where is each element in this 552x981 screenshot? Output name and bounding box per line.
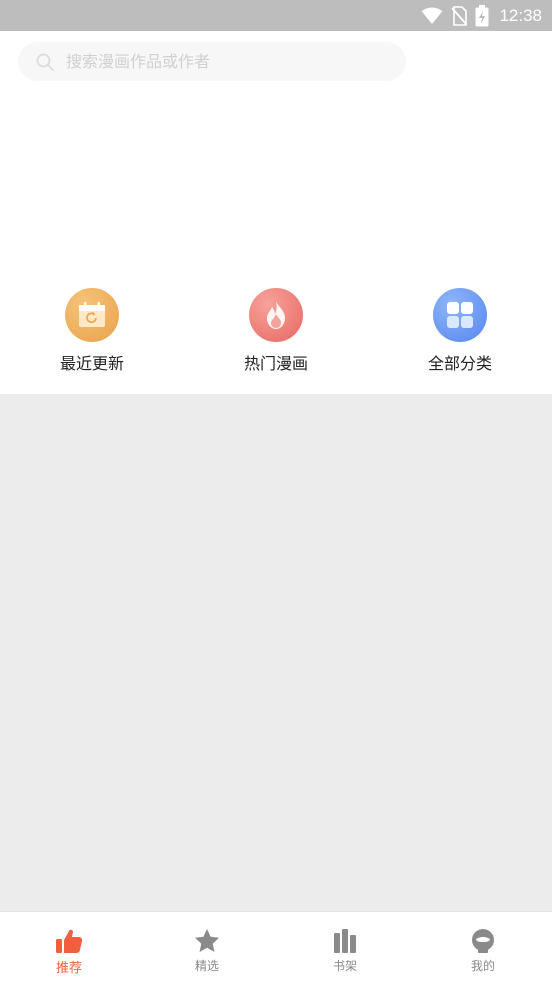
content-area [0, 394, 552, 911]
tab-label: 我的 [470, 959, 495, 973]
thumbs-up-icon [56, 929, 83, 953]
quick-link-recent-updates[interactable]: 最近更新 [32, 288, 152, 374]
status-bar: 12:38 [0, 0, 552, 31]
star-icon [195, 929, 219, 952]
quick-links: 最近更新 热门漫画 全部分类 [0, 280, 552, 394]
tab-label: 推荐 [55, 961, 82, 976]
tab-featured[interactable]: 精选 [138, 912, 276, 981]
no-sim-icon [451, 5, 468, 26]
calendar-refresh-icon [65, 288, 119, 342]
quick-link-hot-comics[interactable]: 热门漫画 [216, 288, 336, 374]
tab-label: 书架 [332, 959, 357, 973]
profile-icon [472, 929, 494, 953]
bottom-tab-bar: 推荐 精选 书架 我的 [0, 911, 552, 981]
battery-charging-icon [475, 4, 489, 26]
status-time: 12:38 [499, 5, 542, 25]
search-input[interactable] [66, 52, 366, 71]
quick-link-label: 最近更新 [59, 354, 124, 373]
grid-icon [433, 288, 487, 342]
tab-mine[interactable]: 我的 [414, 912, 552, 981]
tab-recommend[interactable]: 推荐 [0, 912, 138, 981]
wifi-icon [421, 7, 443, 24]
tab-label: 精选 [194, 959, 219, 973]
search-bar[interactable] [18, 42, 406, 81]
quick-link-label: 热门漫画 [243, 354, 308, 373]
quick-link-label: 全部分类 [427, 354, 492, 373]
quick-link-all-categories[interactable]: 全部分类 [400, 288, 520, 374]
tab-bookshelf[interactable]: 书架 [276, 912, 414, 981]
flame-icon [249, 288, 303, 342]
bookshelf-icon [334, 929, 356, 953]
search-icon [36, 53, 54, 71]
banner-area [0, 92, 552, 272]
